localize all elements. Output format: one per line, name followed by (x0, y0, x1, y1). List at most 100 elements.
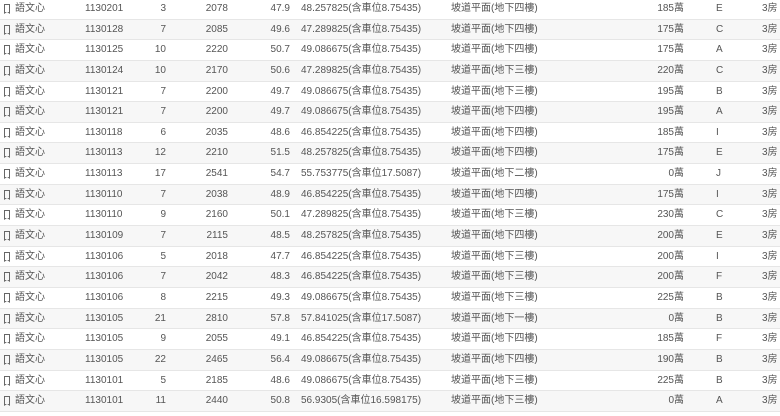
project-name-cell[interactable]: 語文心 (4, 247, 45, 267)
layout-cell: 3房 (762, 250, 778, 262)
project-name-cell[interactable]: 語文心 (4, 40, 45, 60)
table-row[interactable]: 語文心 1130113 12 2210 51.5 48.257825(含車位8.… (0, 143, 780, 165)
date-cell: 1130121 (85, 106, 124, 118)
bookmark-icon[interactable] (4, 107, 10, 118)
project-name-cell[interactable]: 語文心 (4, 164, 45, 184)
bookmark-icon[interactable] (4, 45, 10, 56)
table-row[interactable]: 語文心 1130118 6 2035 48.6 46.854225(含車位8.7… (0, 123, 780, 144)
project-name-cell[interactable]: 語文心 (4, 205, 45, 225)
bookmark-icon[interactable] (4, 375, 10, 386)
table-row[interactable]: 語文心 1130121 7 2200 49.7 49.086675(含車位8.7… (0, 102, 780, 123)
parking-price-cell: 185萬 (657, 333, 684, 345)
layout-cell: 3房 (762, 64, 778, 76)
table-row[interactable]: 語文心 1130106 7 2042 48.3 46.854225(含車位8.7… (0, 267, 780, 288)
project-name-cell[interactable]: 語文心 (4, 0, 45, 19)
layout-cell: 3房 (762, 106, 778, 118)
bookmark-icon[interactable] (4, 86, 10, 97)
project-name: 語文心 (15, 291, 45, 303)
parking-price-cell: 230萬 (657, 209, 684, 221)
unit-area-cell: 46.854225(含車位8.75435) (301, 126, 422, 138)
bookmark-icon[interactable] (4, 148, 10, 159)
project-name-cell[interactable]: 語文心 (4, 102, 45, 122)
bookmark-icon[interactable] (4, 24, 10, 35)
layout-cell: 3房 (762, 271, 778, 283)
unit-code-cell: B (716, 291, 723, 303)
project-name-cell[interactable]: 語文心 (4, 350, 45, 370)
bookmark-icon[interactable] (4, 127, 10, 138)
project-name-cell[interactable]: 語文心 (4, 61, 45, 81)
table-row[interactable]: 語文心 1130124 10 2170 50.6 47.289825(含車位8.… (0, 60, 780, 82)
project-name-cell[interactable]: 語文心 (4, 267, 45, 287)
bookmark-icon[interactable] (4, 251, 10, 262)
project-name-cell[interactable]: 語文心 (4, 309, 45, 329)
parking-type-cell: 坡道平面(地下四樓) (451, 44, 538, 56)
bookmark-icon[interactable] (4, 169, 10, 180)
floor-cell: 11 (155, 395, 166, 407)
unit-area-cell: 49.086675(含車位8.75435) (301, 353, 422, 365)
floor-cell: 21 (154, 312, 166, 324)
bookmark-icon[interactable] (4, 292, 10, 303)
area-cell: 50.8 (270, 395, 290, 407)
bookmark-icon[interactable] (4, 231, 10, 242)
floor-cell: 9 (160, 333, 166, 345)
layout-cell: 3房 (762, 230, 778, 242)
project-name-cell[interactable]: 語文心 (4, 123, 45, 143)
table-row[interactable]: 語文心 1130105 22 2465 56.4 49.086675(含車位8.… (0, 349, 780, 371)
bookmark-icon[interactable] (4, 354, 10, 365)
table-row[interactable]: 語文心 1130101 5 2185 48.6 49.086675(含車位8.7… (0, 371, 780, 392)
bookmark-icon[interactable] (4, 210, 10, 221)
table-row[interactable]: 語文心 1130105 21 2810 57.8 57.841025(含車位17… (0, 308, 780, 330)
unit-code-cell: F (716, 333, 723, 345)
project-name-cell[interactable]: 語文心 (4, 391, 45, 411)
table-row[interactable]: 語文心 1130105 9 2055 49.1 46.854225(含車位8.7… (0, 329, 780, 350)
floor-cell: 8 (160, 291, 166, 303)
bookmark-icon[interactable] (4, 313, 10, 324)
parking-price-cell: 200萬 (657, 271, 684, 283)
unit-code-cell: C (716, 23, 724, 35)
project-name-cell[interactable]: 語文心 (4, 20, 45, 40)
bookmark-icon[interactable] (4, 4, 10, 14)
parking-type-cell: 坡道平面(地下四樓) (451, 333, 538, 345)
table-row[interactable]: 語文心 1130109 7 2115 48.5 48.257825(含車位8.7… (0, 226, 780, 247)
project-name-cell[interactable]: 語文心 (4, 82, 45, 102)
unit-area-cell: 48.257825(含車位8.75435) (301, 3, 422, 14)
project-name-cell[interactable]: 語文心 (4, 143, 45, 163)
table-row[interactable]: 語文心 1130125 10 2220 50.7 49.086675(含車位8.… (0, 40, 780, 61)
unit-area-cell: 55.753775(含車位17.5087) (301, 168, 422, 180)
table-row[interactable]: 語文心 1130101 11 2440 50.8 56.9305(含車位16.5… (0, 391, 780, 412)
unit-code-cell: C (716, 64, 724, 76)
layout-cell: 3房 (762, 312, 778, 324)
date-cell: 1130113 (85, 168, 123, 180)
bookmark-icon[interactable] (4, 396, 10, 407)
table-row[interactable]: 語文心 1130128 7 2085 49.6 47.289825(含車位8.7… (0, 19, 780, 41)
area-cell: 48.6 (270, 374, 290, 386)
table-row[interactable]: 語文心 1130106 5 2018 47.7 46.854225(含車位8.7… (0, 247, 780, 268)
bookmark-icon[interactable] (4, 65, 10, 76)
table-row[interactable]: 語文心 1130201 3 2078 47.9 48.257825(含車位8.7… (0, 0, 780, 20)
area-cell: 49.3 (270, 291, 290, 303)
project-name-cell[interactable]: 語文心 (4, 288, 45, 308)
parking-type-cell: 坡道平面(地下四樓) (451, 353, 538, 365)
date-cell: 1130101 (85, 395, 124, 407)
floor-cell: 12 (154, 147, 166, 159)
project-name-cell[interactable]: 語文心 (4, 226, 45, 246)
bookmark-icon[interactable] (4, 334, 10, 345)
area-cell: 54.7 (270, 168, 290, 180)
table-row[interactable]: 語文心 1130110 7 2038 48.9 46.854225(含車位8.7… (0, 184, 780, 206)
parking-type-cell: 坡道平面(地下二樓) (451, 168, 538, 180)
layout-cell: 3房 (762, 85, 778, 97)
parking-price-cell: 175萬 (657, 188, 684, 200)
parking-price-cell: 195萬 (657, 106, 684, 118)
table-row[interactable]: 語文心 1130121 7 2200 49.7 49.086675(含車位8.7… (0, 82, 780, 103)
table-row[interactable]: 語文心 1130106 8 2215 49.3 49.086675(含車位8.7… (0, 288, 780, 309)
project-name-cell[interactable]: 語文心 (4, 371, 45, 391)
project-name: 語文心 (15, 209, 45, 221)
table-row[interactable]: 語文心 1130113 17 2541 54.7 55.753775(含車位17… (0, 164, 780, 185)
area-cell: 50.7 (270, 44, 290, 56)
bookmark-icon[interactable] (4, 272, 10, 283)
table-row[interactable]: 語文心 1130110 9 2160 50.1 47.289825(含車位8.7… (0, 205, 780, 227)
project-name-cell[interactable]: 語文心 (4, 329, 45, 349)
project-name-cell[interactable]: 語文心 (4, 185, 45, 205)
bookmark-icon[interactable] (4, 189, 10, 200)
unit-area-cell: 49.086675(含車位8.75435) (301, 106, 422, 118)
